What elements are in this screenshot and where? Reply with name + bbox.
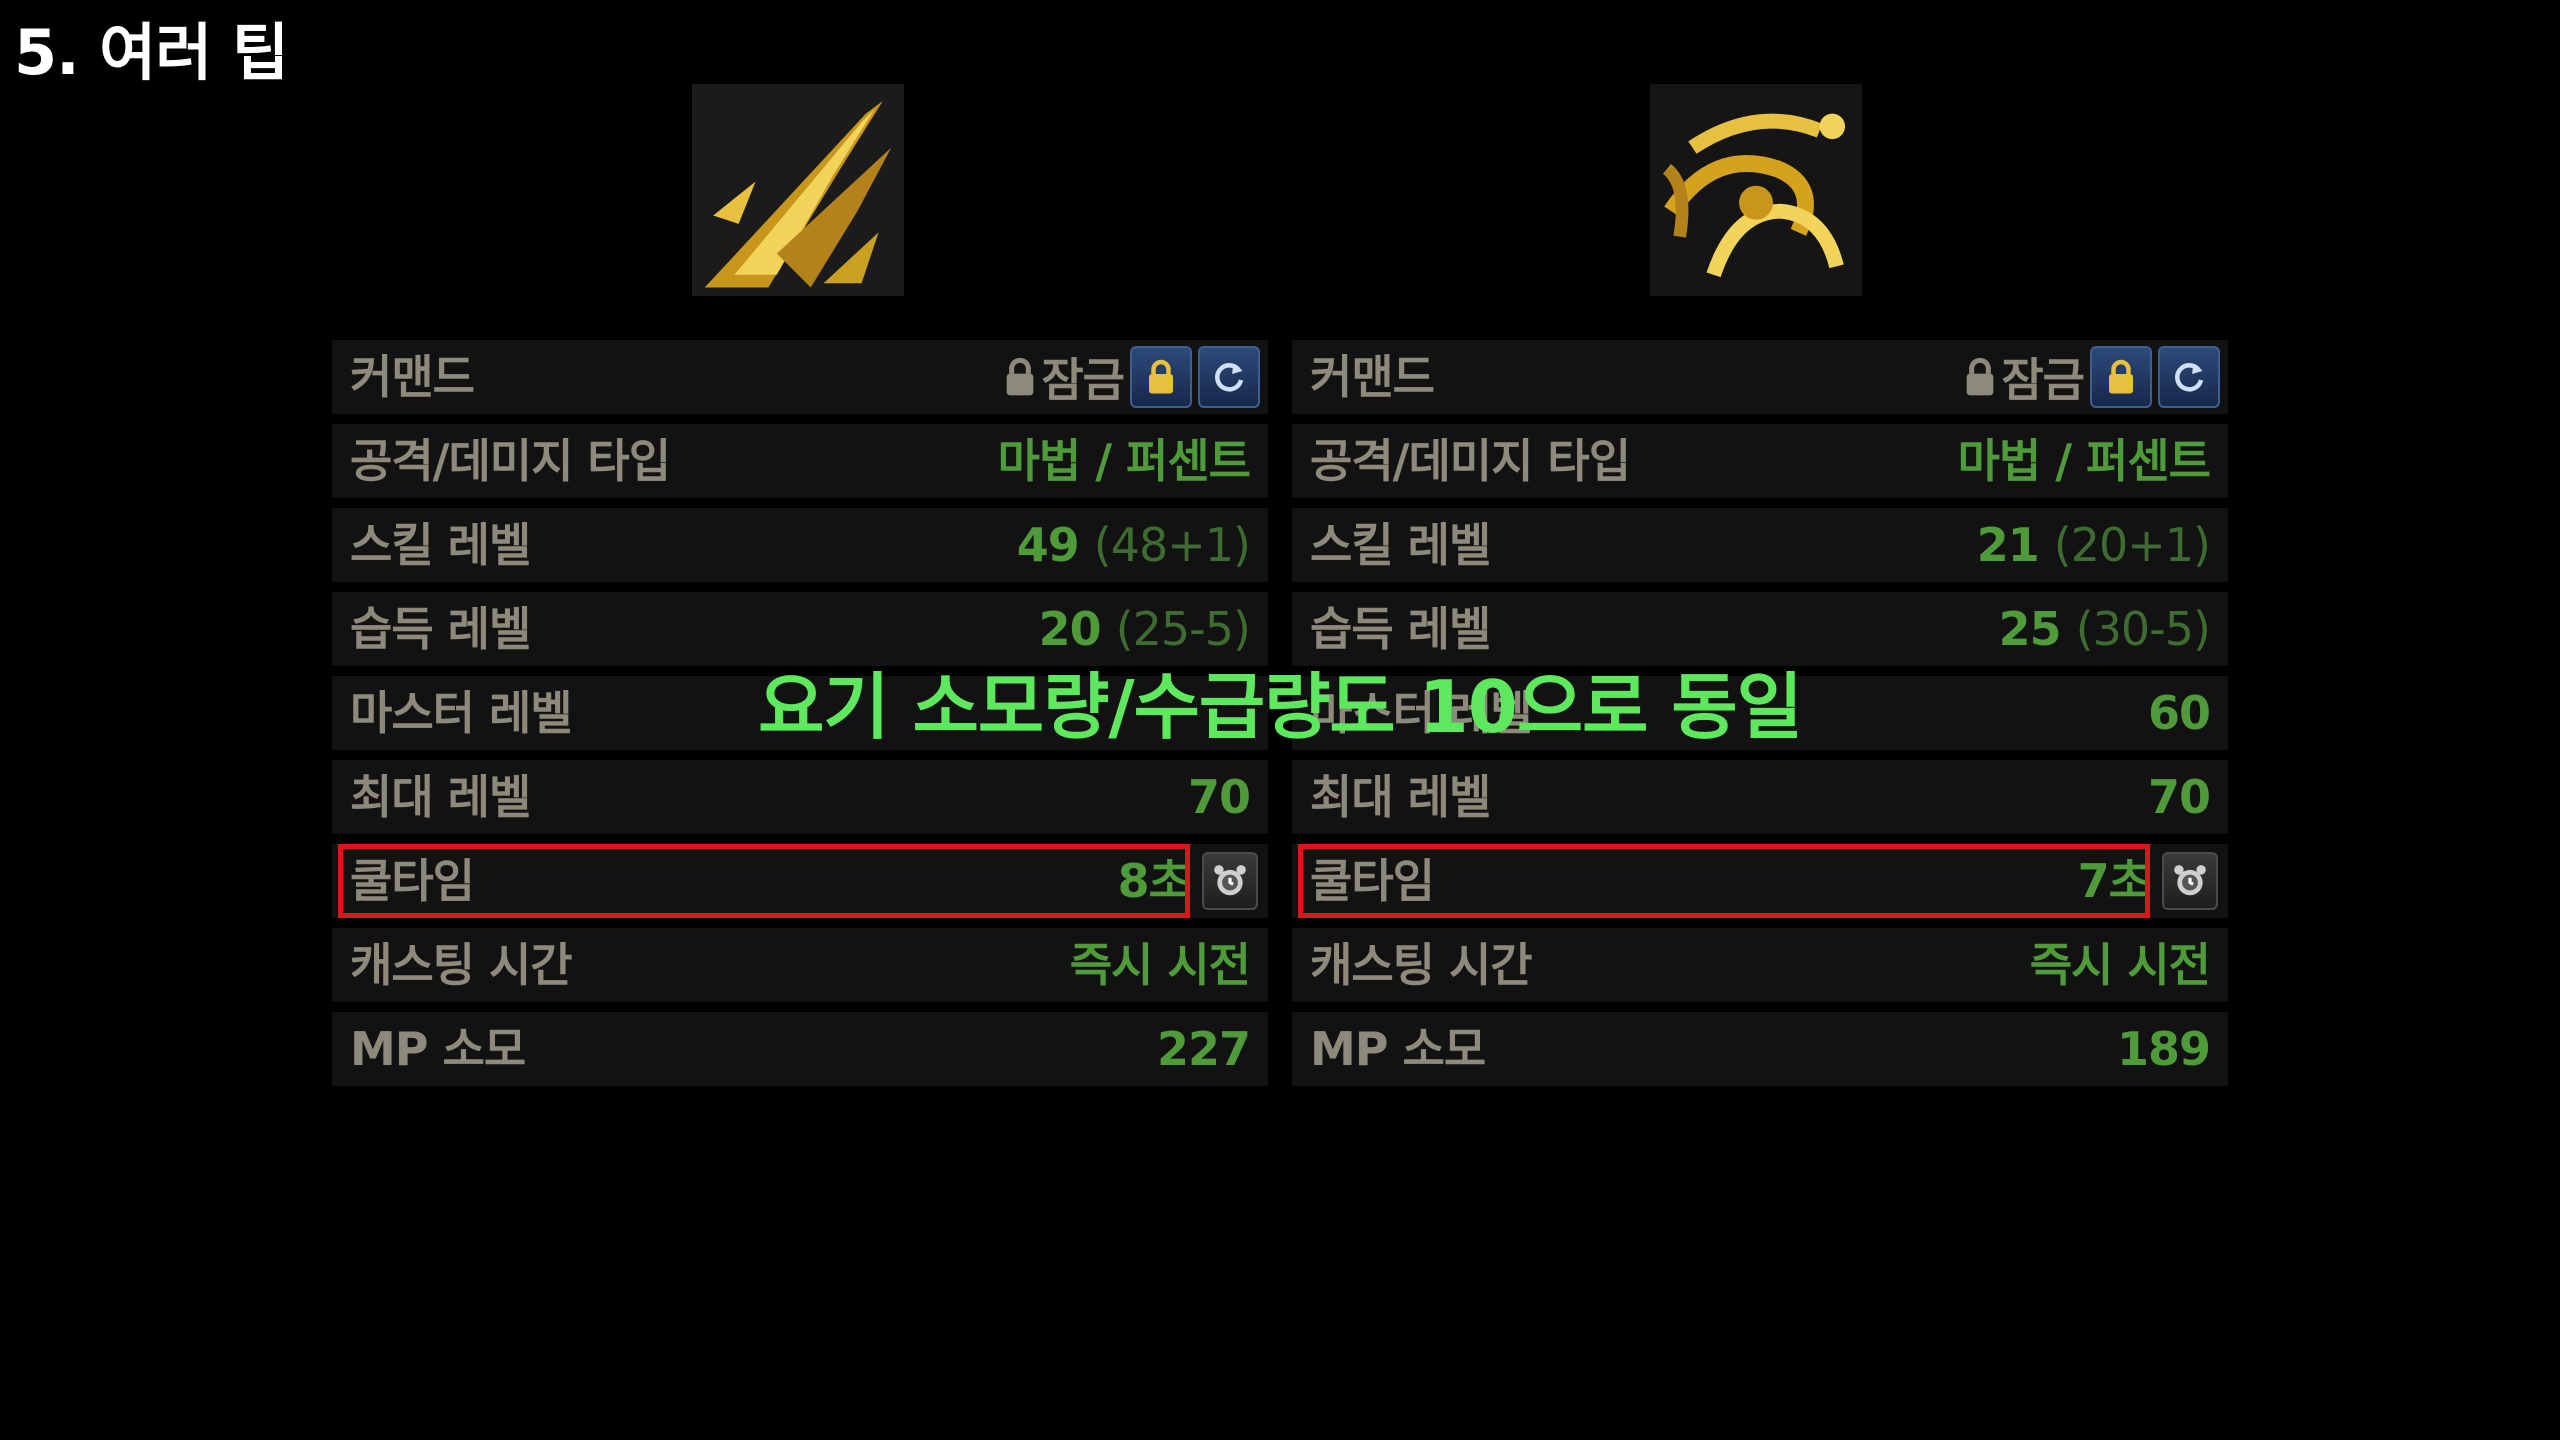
lock-icon (1967, 357, 1994, 396)
lock-button[interactable] (1130, 346, 1192, 408)
attack-type-row: 공격/데미지 타입 마법 / 퍼센트 (1292, 424, 2228, 498)
padlock-icon (1149, 359, 1173, 394)
skill-level-row: 스킬 레벨 49 (48+1) (332, 508, 1268, 582)
attack-type-value: 마법 / 퍼센트 (1957, 434, 2211, 488)
alarm-clock-icon (2174, 865, 2206, 896)
max-level-value: 70 (2147, 770, 2211, 824)
lock-button[interactable] (2090, 346, 2152, 408)
alarm-clock-icon (1214, 865, 1246, 896)
mp-cost-value: 189 (2116, 1022, 2211, 1076)
reset-button[interactable] (2158, 346, 2220, 408)
attack-type-label: 공격/데미지 타입 (1310, 434, 1631, 488)
lock-toggle[interactable]: 잠금 (1963, 344, 2085, 410)
padlock-icon (2109, 359, 2133, 394)
attack-type-value: 마법 / 퍼센트 (997, 434, 1251, 488)
cooldown-highlight-box (338, 844, 1190, 918)
overlay-caption: 요기 소모량/수급량도 10으로 동일 (758, 665, 1803, 749)
mp-cost-label: MP 소모 (1310, 1022, 1486, 1076)
cast-time-row: 캐스팅 시간 즉시 시전 (1292, 928, 2228, 1002)
cast-time-value: 즉시 시전 (2029, 938, 2211, 992)
skill-level-label: 스킬 레벨 (350, 518, 531, 572)
mp-cost-row: MP 소모 189 (1292, 1012, 2228, 1086)
max-level-label: 최대 레벨 (1310, 770, 1491, 824)
cooldown-highlight-box (1298, 844, 2150, 918)
max-level-row: 최대 레벨 70 (1292, 760, 2228, 834)
command-row: 커맨드 잠금 (332, 340, 1268, 414)
skill-level-label: 스킬 레벨 (1310, 518, 1491, 572)
cooldown-row: 쿨타임 8초 (332, 844, 1268, 918)
lock-toggle[interactable]: 잠금 (1003, 344, 1125, 410)
command-label: 커맨드 (1310, 350, 1435, 404)
golden-spike-skill-icon (692, 84, 904, 296)
cast-time-row: 캐스팅 시간 즉시 시전 (332, 928, 1268, 1002)
cast-time-label: 캐스팅 시간 (350, 938, 573, 992)
cooldown-row: 쿨타임 7초 (1292, 844, 2228, 918)
attack-type-row: 공격/데미지 타입 마법 / 퍼센트 (332, 424, 1268, 498)
max-level-label: 최대 레벨 (350, 770, 531, 824)
cast-time-value: 즉시 시전 (1069, 938, 1251, 992)
mp-cost-row: MP 소모 227 (332, 1012, 1268, 1086)
cooldown-alarm-button[interactable] (1202, 852, 1258, 910)
refresh-icon (1215, 363, 1244, 392)
reset-button[interactable] (1198, 346, 1260, 408)
max-level-row: 최대 레벨 70 (332, 760, 1268, 834)
lock-icon (1007, 357, 1034, 396)
mp-cost-value: 227 (1156, 1022, 1251, 1076)
command-row: 커맨드 잠금 (1292, 340, 2228, 414)
mp-cost-label: MP 소모 (350, 1022, 526, 1076)
skill-level-row: 스킬 레벨 21 (20+1) (1292, 508, 2228, 582)
refresh-icon (2175, 363, 2204, 392)
command-label: 커맨드 (350, 350, 475, 404)
cast-time-label: 캐스팅 시간 (1310, 938, 1533, 992)
attack-type-label: 공격/데미지 타입 (350, 434, 671, 488)
skill-level-value: 49 (48+1) (1016, 518, 1251, 572)
golden-vortex-skill-icon (1650, 84, 1862, 296)
lock-label: 잠금 (1041, 353, 1125, 407)
cooldown-alarm-button[interactable] (2162, 852, 2218, 910)
lock-label: 잠금 (2001, 353, 2085, 407)
skill-level-value: 21 (20+1) (1976, 518, 2211, 572)
max-level-value: 70 (1187, 770, 1251, 824)
slide-title: 5. 여러 팁 (14, 16, 289, 89)
